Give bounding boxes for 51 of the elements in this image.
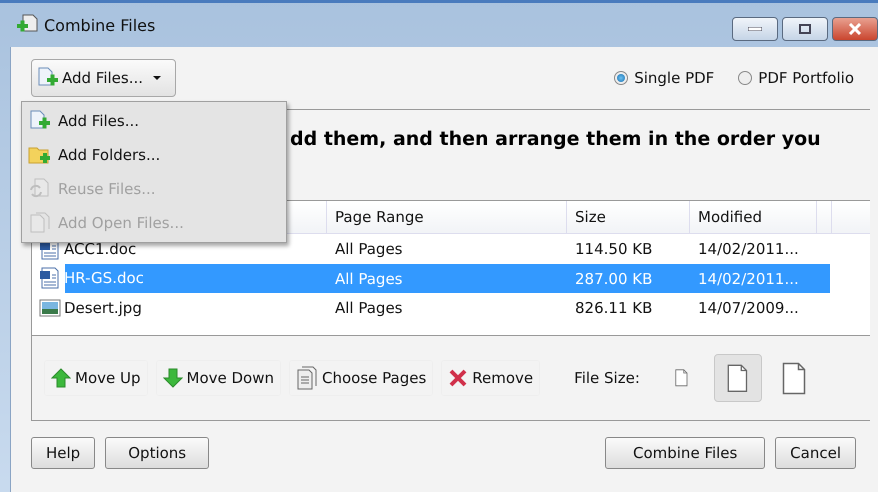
file-size: 114.50 KB: [575, 240, 652, 258]
window-title: Combine Files: [44, 16, 156, 34]
footer-button[interactable]: Help: [31, 437, 96, 469]
page-range: All Pages: [335, 270, 402, 288]
menu-item[interactable]: Add Files...: [22, 104, 286, 138]
column-header[interactable]: Modified: [698, 208, 762, 226]
arrow-up-icon: [51, 368, 71, 388]
file-row[interactable]: Desert.jpg All Pages 826.11 KB 14/07/2009...: [32, 293, 830, 322]
file-name: ACC1.doc: [64, 240, 136, 258]
file-name: Desert.jpg: [64, 298, 142, 317]
pages-icon: [296, 366, 318, 390]
close-button[interactable]: [832, 17, 878, 41]
add-files-dropdown[interactable]: Add Files...: [31, 59, 176, 97]
page-range: All Pages: [335, 240, 402, 258]
file-size: 826.11 KB: [575, 299, 652, 318]
caret-icon: [151, 74, 164, 82]
file-size-label: File Size:: [574, 369, 640, 387]
modified-date: 14/02/2011...: [698, 270, 799, 288]
radio-label[interactable]: Single PDF: [634, 69, 714, 87]
page-range: All Pages: [335, 299, 402, 318]
page-icon: [727, 364, 748, 392]
modified-date: 14/02/2011...: [698, 240, 799, 258]
footer-button[interactable]: Options: [105, 437, 210, 469]
maximize-icon: [799, 24, 811, 34]
radio-button[interactable]: [614, 71, 628, 85]
file-size: 287.00 KB: [575, 270, 652, 288]
column-header[interactable]: Page Range: [335, 208, 424, 226]
radio-button[interactable]: [738, 71, 752, 85]
page-icon: [675, 369, 688, 387]
remove-x-icon: [448, 368, 468, 388]
radio-label[interactable]: PDF Portfolio: [758, 69, 854, 87]
toolbar-button[interactable]: Choose Pages: [289, 360, 434, 396]
menu-item[interactable]: Add Folders...: [22, 138, 286, 172]
column-header[interactable]: Size: [575, 208, 606, 226]
footer-button[interactable]: Combine Files: [605, 437, 766, 469]
toolbar-button[interactable]: Remove: [441, 360, 540, 396]
toolbar-button[interactable]: Move Down: [156, 360, 281, 396]
page-icon: [782, 362, 806, 394]
toolbar-button[interactable]: Move Up: [44, 360, 148, 396]
close-icon: [848, 23, 862, 35]
instruction-text: dd them, and then arrange them in the order you: [290, 128, 821, 150]
footer-button[interactable]: Cancel: [775, 437, 856, 469]
maximize-button[interactable]: [782, 17, 828, 41]
arrow-down-icon: [162, 368, 182, 388]
image-file-icon: [38, 296, 62, 319]
minimize-icon: [748, 27, 762, 31]
file-size-option[interactable]: [714, 354, 762, 402]
minimize-button[interactable]: [732, 17, 778, 41]
modified-date: 14/07/2009...: [698, 299, 799, 318]
open-files-icon: [28, 212, 52, 234]
file-name: HR-GS.doc: [64, 269, 144, 288]
